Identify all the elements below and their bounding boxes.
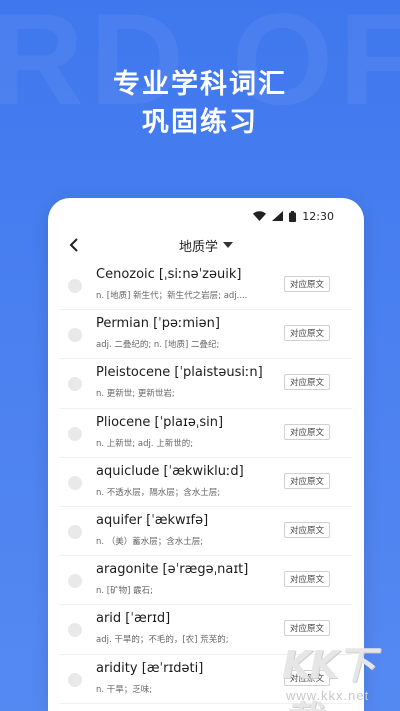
source-text-button[interactable]: 对应原文 <box>284 325 330 342</box>
status-time: 12:30 <box>302 209 334 223</box>
word-term: aquiclude [ˈækwikluːd] <box>96 463 244 479</box>
word-term: Cenozoic [ˌsiːnəˈzəuik] <box>96 267 242 282</box>
select-radio[interactable] <box>68 377 82 392</box>
select-radio[interactable] <box>68 672 82 687</box>
list-item[interactable]: Pleistocene [ˈplaistəusiːn] n. 更新世; 更新世岩… <box>60 359 352 409</box>
select-radio[interactable] <box>68 524 82 539</box>
caret-down-icon <box>223 242 233 248</box>
word-definition: n. 不透水层，隔水层；含水土层; <box>96 487 221 498</box>
source-text-button[interactable]: 对应原文 <box>284 472 330 489</box>
source-text-button[interactable]: 对应原文 <box>284 276 330 292</box>
list-item[interactable]: aquiclude [ˈækwikluːd] n. 不透水层，隔水层；含水土层;… <box>60 458 352 507</box>
source-text-button[interactable]: 对应原文 <box>284 423 330 440</box>
hero-line-1: 专业学科词汇 <box>113 69 287 100</box>
nav-bar: 地质学 <box>48 230 364 260</box>
word-term: Pliocene [ˈplaɪəˌsin] <box>96 414 224 430</box>
hero-headline: 专业学科词汇 巩固练习 <box>0 66 400 142</box>
back-arrow-icon[interactable] <box>64 235 84 255</box>
select-radio[interactable] <box>68 623 82 638</box>
list-item[interactable]: Pliocene [ˈplaɪəˌsin] n. 上新世; adj. 上新世的;… <box>60 409 352 458</box>
word-definition: adj. 干旱的；不毛的，[农] 荒芜的; <box>96 635 229 646</box>
word-definition: n. 干旱；乏味; <box>96 684 153 695</box>
word-term: Pleistocene [ˈplaistəusiːn] <box>96 365 263 381</box>
word-definition: n. 上新世; adj. 上新世的; <box>96 438 194 449</box>
word-term: aridity [æˈrɪdəti] <box>96 660 204 676</box>
word-definition: adj. 二叠纪的; n. [地质] 二叠纪; <box>96 340 220 351</box>
source-text-button[interactable]: 对应原文 <box>284 374 330 391</box>
word-definition: n. 更新世; 更新世岩; <box>96 389 175 400</box>
wifi-icon <box>253 211 267 221</box>
list-item[interactable]: aragonite [əˈrægəˌnaɪt] n. [矿物] 霰石; 对应原文 <box>60 556 352 606</box>
list-item[interactable]: Permian [ˈpəːmiən] adj. 二叠纪的; n. [地质] 二叠… <box>60 310 352 360</box>
list-item[interactable]: aquifer [ˈækwɪfə] n. （美）蓄水层；含水土层; 对应原文 <box>60 507 352 557</box>
word-definition: n. （美）蓄水层；含水土层; <box>96 536 204 547</box>
word-term: aquifer [ˈækwɪfə] <box>96 512 209 528</box>
site-watermark-url: www.kkx.net <box>286 688 370 703</box>
select-radio[interactable] <box>68 279 82 293</box>
word-term: Permian [ˈpəːmiən] <box>96 316 220 332</box>
source-text-button[interactable]: 对应原文 <box>284 571 330 588</box>
word-term: aragonite [əˈrægəˌnaɪt] <box>96 562 249 578</box>
word-definition: n. [地质] 新生代；新生代之岩层; adj.... <box>96 291 248 301</box>
hero-line-2: 巩固练习 <box>142 107 258 138</box>
select-radio[interactable] <box>68 426 82 441</box>
signal-icon <box>272 211 284 221</box>
status-bar: 12:30 <box>48 206 364 226</box>
select-radio[interactable] <box>68 574 82 589</box>
source-text-button[interactable]: 对应原文 <box>284 521 330 538</box>
nav-title: 地质学 <box>178 239 218 255</box>
select-radio[interactable] <box>68 328 82 343</box>
site-watermark: KK下载 www.kkx.net <box>282 626 400 711</box>
battery-icon <box>289 210 297 222</box>
select-radio[interactable] <box>68 475 82 490</box>
word-term: arid [ˈærɪd] <box>96 611 171 627</box>
subject-selector[interactable]: 地质学 <box>179 236 233 255</box>
list-item[interactable]: Cenozoic [ˌsiːnəˈzəuik] n. [地质] 新生代；新生代之… <box>60 261 352 311</box>
word-definition: n. [矿物] 霰石; <box>96 586 153 597</box>
